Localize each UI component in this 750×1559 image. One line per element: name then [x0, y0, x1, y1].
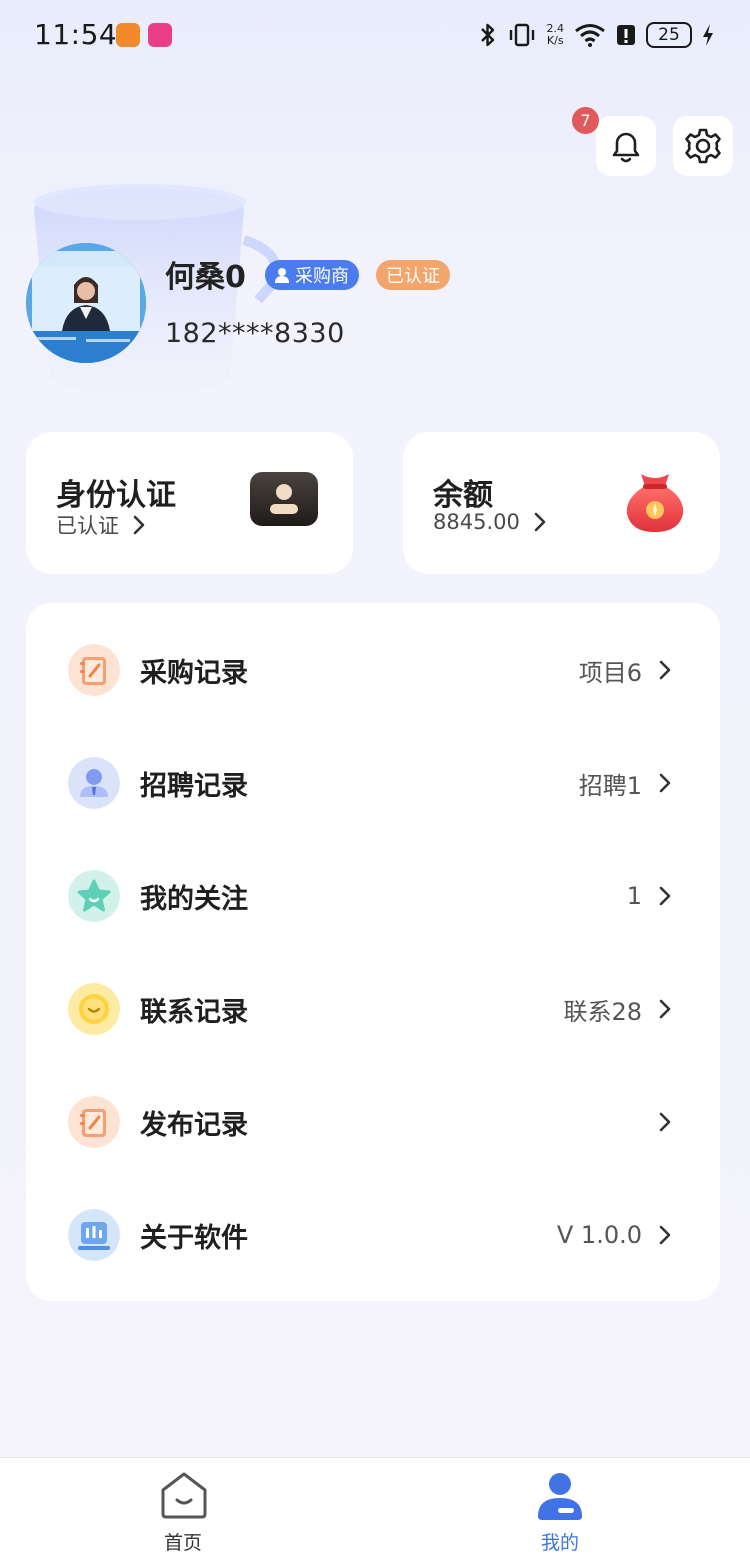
- chevron-right-icon: [133, 515, 145, 535]
- menu-item-my-follows[interactable]: 我的关注 1: [26, 840, 720, 952]
- menu-item-label: 联系记录: [140, 996, 248, 1028]
- battery-indicator: 25: [646, 22, 692, 48]
- menu-item-about-software[interactable]: 关于软件 V 1.0.0: [26, 1179, 720, 1291]
- money-bag-icon: [626, 474, 684, 532]
- chevron-right-icon: [659, 1112, 671, 1132]
- menu-item-publish-records[interactable]: 发布记录: [26, 1066, 720, 1178]
- menu-item-recruitment-records[interactable]: 招聘记录 招聘1: [26, 727, 720, 839]
- role-badge: 采购商: [265, 260, 359, 290]
- menu-item-label: 关于软件: [140, 1222, 248, 1254]
- alert-icon: [617, 25, 635, 45]
- tab-home[interactable]: 首页: [103, 1458, 263, 1559]
- chevron-right-icon: [659, 1225, 671, 1245]
- settings-button[interactable]: [673, 116, 733, 176]
- bluetooth-icon: [480, 23, 494, 47]
- balance-card-title: 余额: [433, 478, 493, 513]
- app-version: V 1.0.0: [556, 1221, 642, 1249]
- app-notification-icon: [148, 23, 172, 47]
- network-speed: 2.4 K/s: [546, 22, 565, 47]
- identity-verification-card[interactable]: 身份认证 已认证: [26, 432, 353, 574]
- avatar-photo: [26, 243, 146, 363]
- status-bar: 11:54 2.4 K/s 25: [0, 0, 750, 70]
- tab-me[interactable]: 我的: [480, 1458, 640, 1559]
- menu-item-label: 发布记录: [140, 1109, 248, 1141]
- menu-item-label: 招聘记录: [140, 770, 248, 802]
- charging-icon: [703, 24, 713, 46]
- notebook-orange-icon: [68, 644, 120, 696]
- menu-item-value: 项目6: [578, 658, 642, 687]
- balance-card-subtitle: 8845.00: [433, 510, 546, 534]
- chat-yellow-icon: [68, 983, 120, 1035]
- chevron-right-icon: [659, 886, 671, 906]
- menu-item-value: 招聘1: [578, 771, 642, 800]
- star-teal-icon: [68, 870, 120, 922]
- balance-card[interactable]: 余额 8845.00: [403, 432, 720, 574]
- menu-item-contact-records[interactable]: 联系记录 联系28: [26, 953, 720, 1065]
- status-time: 11:54: [34, 18, 118, 51]
- role-badge-label: 采购商: [295, 266, 349, 287]
- menu-list: 采购记录 项目6 招聘记录 招聘1 我的关注 1 联系记录 联系28 发布记录 …: [26, 603, 720, 1301]
- tab-me-label: 我的: [540, 1532, 579, 1554]
- bell-icon: [612, 132, 640, 163]
- id-card-icon: [250, 472, 318, 526]
- person-icon: [275, 268, 289, 283]
- menu-item-value: 联系28: [563, 997, 642, 1026]
- menu-item-value: 1: [626, 882, 642, 910]
- menu-item-purchase-records[interactable]: 采购记录 项目6: [26, 614, 720, 726]
- menu-item-label: 我的关注: [140, 883, 248, 915]
- identity-card-subtitle: 已认证: [56, 510, 145, 540]
- home-icon: [161, 1472, 207, 1519]
- profile-icon: [538, 1473, 582, 1520]
- chevron-right-icon: [659, 999, 671, 1019]
- person-blue-icon: [68, 757, 120, 809]
- chevron-right-icon: [534, 512, 546, 532]
- profile-phone: 182****8330: [165, 318, 345, 349]
- menu-item-label: 采购记录: [140, 657, 248, 689]
- balance-amount: 8845.00: [433, 510, 520, 534]
- notebook-orange-icon: [68, 1096, 120, 1148]
- chevron-right-icon: [659, 773, 671, 793]
- monitor-blue-icon: [68, 1209, 120, 1261]
- status-icons: 2.4 K/s 25: [479, 20, 715, 50]
- wifi-icon: [575, 24, 605, 47]
- notifications-button[interactable]: [596, 116, 656, 176]
- gear-icon: [685, 128, 721, 164]
- bottom-tab-bar: 首页 我的: [0, 1457, 750, 1559]
- tab-home-label: 首页: [163, 1532, 202, 1554]
- verified-badge: 已认证: [376, 260, 450, 290]
- app-notification-icon: [116, 23, 140, 47]
- avatar[interactable]: [26, 243, 146, 363]
- identity-card-title: 身份认证: [56, 478, 176, 513]
- vibrate-icon: [509, 23, 534, 47]
- profile-name: 何桑0: [165, 260, 246, 295]
- chevron-right-icon: [659, 660, 671, 680]
- notification-badge: 7: [572, 107, 599, 134]
